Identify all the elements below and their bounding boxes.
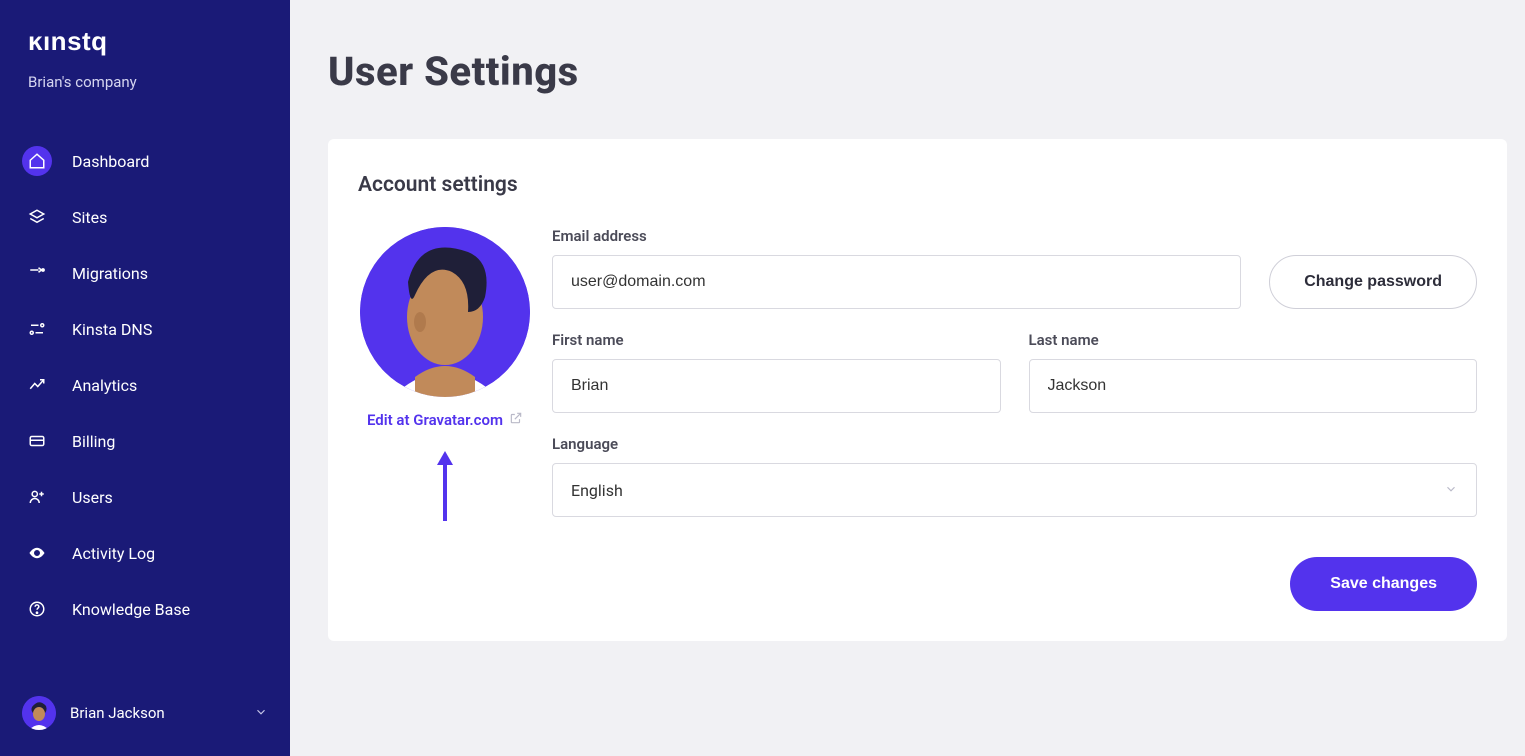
sidebar-item-dns[interactable]: Kinsta DNS — [0, 301, 290, 357]
company-name[interactable]: Brian's company — [0, 61, 290, 91]
page-title: User Settings — [328, 48, 1507, 95]
sidebar-item-label: Sites — [72, 208, 107, 227]
chevron-down-icon — [254, 704, 268, 723]
account-settings-card: Account settings Edit at Gravatar.com — [328, 139, 1507, 641]
avatar-column: Edit at Gravatar.com — [358, 227, 532, 611]
annotation-arrow — [435, 451, 455, 527]
avatar-small — [22, 696, 56, 730]
layers-icon — [22, 202, 52, 232]
last-name-input[interactable] — [1029, 359, 1478, 413]
first-name-label: First name — [552, 331, 1001, 349]
edit-gravatar-link[interactable]: Edit at Gravatar.com — [367, 411, 523, 429]
sidebar-item-activity-log[interactable]: Activity Log — [0, 525, 290, 581]
language-label: Language — [552, 435, 1477, 453]
sidebar-item-billing[interactable]: Billing — [0, 413, 290, 469]
sidebar-item-analytics[interactable]: Analytics — [0, 357, 290, 413]
sidebar-item-label: Knowledge Base — [72, 600, 190, 619]
sidebar-user-name: Brian Jackson — [70, 704, 240, 722]
sidebar-item-dashboard[interactable]: Dashboard — [0, 133, 290, 189]
language-selected-value: English — [571, 481, 623, 500]
language-select[interactable]: English — [552, 463, 1477, 517]
external-link-icon — [509, 411, 523, 429]
gravatar-link-label: Edit at Gravatar.com — [367, 411, 503, 429]
eye-icon — [22, 538, 52, 568]
sidebar-item-label: Billing — [72, 432, 115, 451]
sidebar-item-sites[interactable]: Sites — [0, 189, 290, 245]
sidebar-item-label: Dashboard — [72, 152, 149, 171]
fields-column: Email address Change password First name… — [552, 227, 1477, 611]
change-password-button[interactable]: Change password — [1269, 255, 1477, 309]
brand-logo: ĸınstq — [0, 26, 290, 61]
sidebar-item-label: Activity Log — [72, 544, 155, 563]
email-label: Email address — [552, 227, 1241, 245]
users-icon — [22, 482, 52, 512]
sidebar-item-users[interactable]: Users — [0, 469, 290, 525]
sidebar-item-knowledge-base[interactable]: Knowledge Base — [0, 581, 290, 637]
home-icon — [22, 146, 52, 176]
chevron-down-icon — [1444, 481, 1458, 500]
sidebar-item-label: Users — [72, 488, 113, 507]
sidebar-item-label: Migrations — [72, 264, 148, 283]
dns-icon — [22, 314, 52, 344]
billing-icon — [22, 426, 52, 456]
sidebar-user-menu[interactable]: Brian Jackson — [0, 680, 290, 756]
email-input[interactable] — [552, 255, 1241, 309]
avatar-large — [360, 227, 530, 397]
last-name-label: Last name — [1029, 331, 1478, 349]
sidebar-item-label: Kinsta DNS — [72, 320, 152, 339]
sidebar-item-migrations[interactable]: Migrations — [0, 245, 290, 301]
sidebar-item-label: Analytics — [72, 376, 137, 395]
sidebar-nav: Dashboard Sites Migrations Kinsta DNS An — [0, 133, 290, 680]
main-content: User Settings Account settings Edit — [290, 0, 1525, 756]
first-name-input[interactable] — [552, 359, 1001, 413]
sidebar: ĸınstq Brian's company Dashboard Sites M… — [0, 0, 290, 756]
analytics-icon — [22, 370, 52, 400]
migrate-icon — [22, 258, 52, 288]
help-icon — [22, 594, 52, 624]
save-changes-button[interactable]: Save changes — [1290, 557, 1477, 611]
card-title: Account settings — [358, 173, 1477, 197]
